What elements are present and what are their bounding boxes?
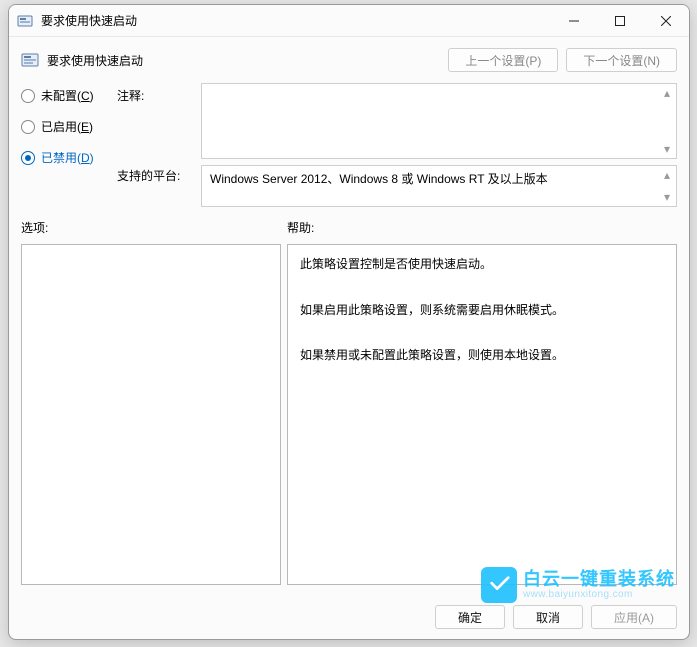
radio-enabled[interactable]: 已启用(E) [21,118,109,135]
scroll-down-icon: ▾ [659,189,675,205]
close-button[interactable] [643,5,689,36]
radio-label: 已禁用(D) [41,149,94,166]
scrollbar[interactable]: ▴ ▾ [659,85,675,157]
dialog-footer: 确定 取消 应用(A) [9,595,689,639]
titlebar: 要求使用快速启动 [9,5,689,37]
previous-setting-button[interactable]: 上一个设置(P) [448,48,558,72]
radio-not-configured[interactable]: 未配置(C) [21,87,109,104]
policy-header: 要求使用快速启动 上一个设置(P) 下一个设置(N) [9,37,689,83]
comment-textarea[interactable]: ▴ ▾ [201,83,677,159]
radio-icon [21,151,35,165]
state-radio-group: 未配置(C) 已启用(E) 已禁用(D) [21,83,109,207]
help-header: 帮助: [287,219,314,236]
radio-label: 已启用(E) [41,118,93,135]
radio-icon [21,120,35,134]
maximize-button[interactable] [597,5,643,36]
minimize-button[interactable] [551,5,597,36]
options-panel [21,244,281,585]
platform-label: 支持的平台: [117,167,193,184]
radio-label: 未配置(C) [41,87,94,104]
window-title: 要求使用快速启动 [41,12,137,29]
scroll-up-icon: ▴ [659,167,675,183]
help-line: 此策略设置控制是否使用快速启动。 [300,253,664,276]
help-line: 如果禁用或未配置此策略设置，则使用本地设置。 [300,344,664,367]
window-controls [551,5,689,36]
policy-header-icon [21,51,39,69]
radio-icon [21,89,35,103]
apply-button[interactable]: 应用(A) [591,605,677,629]
next-setting-button[interactable]: 下一个设置(N) [566,48,677,72]
scrollbar[interactable]: ▴ ▾ [659,167,675,205]
radio-disabled[interactable]: 已禁用(D) [21,149,109,166]
help-line: 如果启用此策略设置，则系统需要启用休眠模式。 [300,299,664,322]
comment-label: 注释: [117,87,193,167]
help-panel: 此策略设置控制是否使用快速启动。 如果启用此策略设置，则系统需要启用休眠模式。 … [287,244,677,585]
cancel-button[interactable]: 取消 [513,605,583,629]
dialog-window: 要求使用快速启动 要求使用快速启动 上一个设置(P) 下一个设置(N [8,4,690,640]
ok-button[interactable]: 确定 [435,605,505,629]
field-labels: 注释: 支持的平台: [117,83,193,207]
policy-header-title: 要求使用快速启动 [47,52,143,69]
section-headers: 选项: 帮助: [21,219,677,236]
policy-icon [17,13,33,29]
supported-platform-text: Windows Server 2012、Windows 8 或 Windows … [210,172,548,186]
supported-platform-box: Windows Server 2012、Windows 8 或 Windows … [201,165,677,207]
options-header: 选项: [21,219,287,236]
scroll-down-icon: ▾ [659,141,675,157]
scroll-up-icon: ▴ [659,85,675,101]
